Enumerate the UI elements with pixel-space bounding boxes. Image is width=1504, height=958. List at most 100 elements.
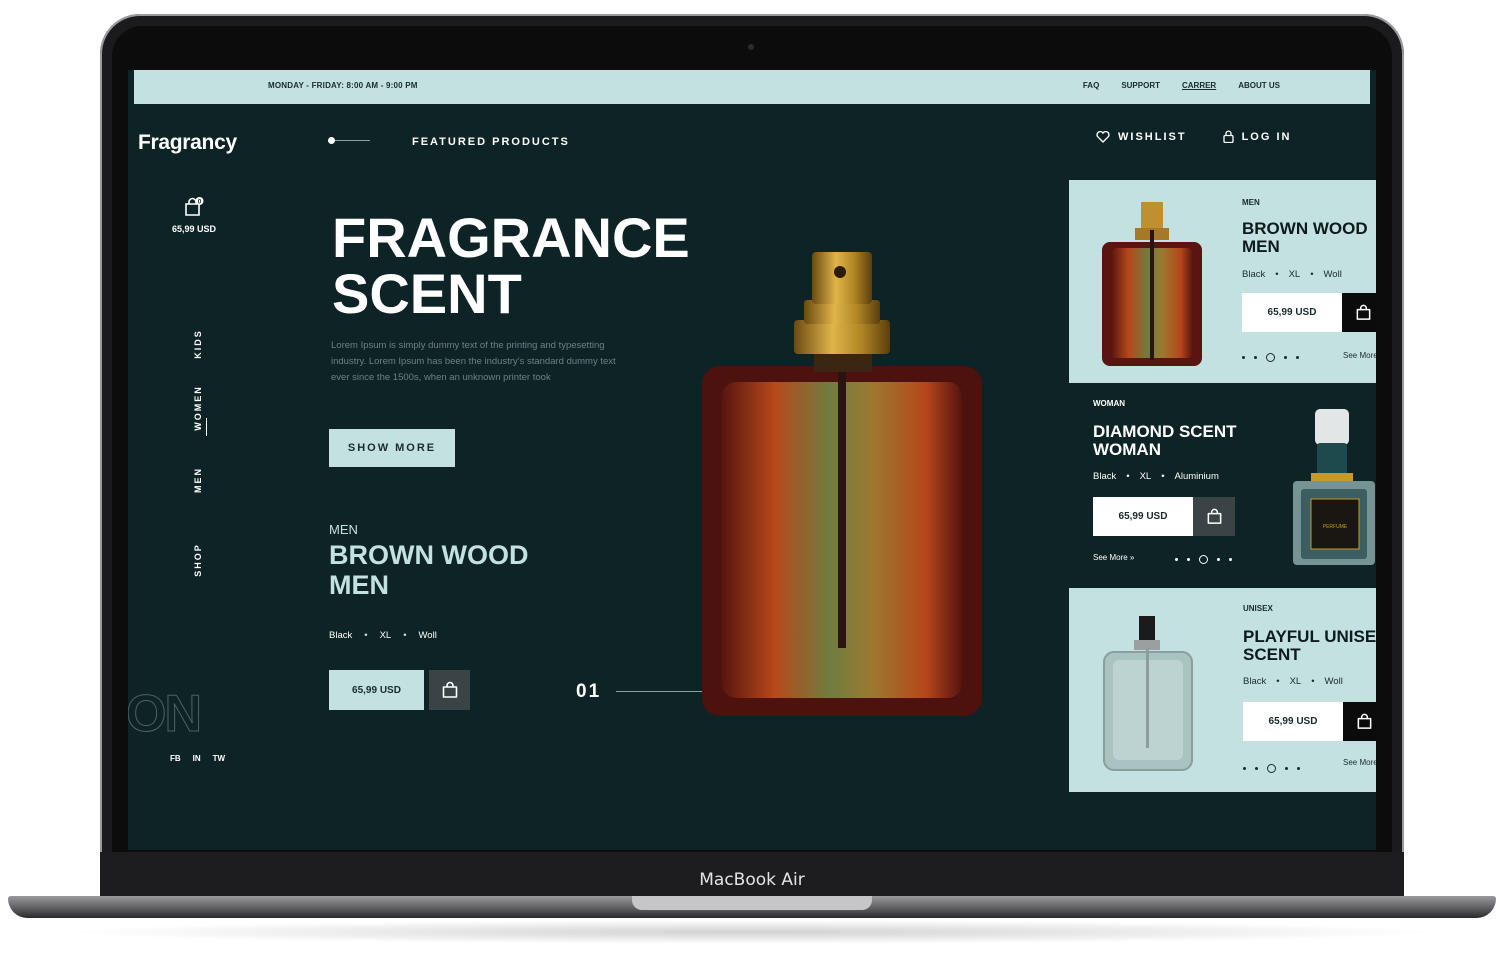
link-career[interactable]: CARRER bbox=[1182, 81, 1216, 90]
decorative-ghost-text: ON bbox=[128, 685, 203, 744]
heart-icon bbox=[1096, 130, 1110, 143]
perfume-bottle-image bbox=[1103, 616, 1193, 771]
attr-size: XL bbox=[1139, 471, 1152, 482]
card-title-line2: SCENT bbox=[1243, 645, 1301, 664]
link-about-us[interactable]: ABOUT US bbox=[1238, 81, 1280, 90]
attr-size: XL bbox=[1289, 676, 1302, 687]
device-label: MacBook Air bbox=[699, 870, 805, 890]
card-title-line2: WOMAN bbox=[1093, 440, 1161, 459]
shopping-bag-icon bbox=[1356, 304, 1370, 320]
attr-material: Woll bbox=[1323, 269, 1342, 280]
cart-widget[interactable]: 0 65,99 USD bbox=[166, 196, 222, 234]
card-title-line1: DIAMOND SCENT bbox=[1093, 422, 1237, 441]
shopping-bag-icon bbox=[1357, 713, 1371, 729]
separator-dot: • bbox=[403, 630, 407, 641]
separator-dot: • bbox=[1311, 676, 1315, 687]
vnav-shop[interactable]: SHOP bbox=[190, 530, 206, 590]
vnav-shop-label: SHOP bbox=[193, 543, 203, 577]
product-card-diamond-scent[interactable]: WOMAN DIAMOND SCENT WOMAN Black • XL • Alu… bbox=[1069, 383, 1376, 588]
hero-description: Lorem Ipsum is simply dummy text of the … bbox=[331, 340, 616, 383]
perfume-bottle-image bbox=[1102, 202, 1202, 366]
cart-total: 65,99 USD bbox=[171, 224, 217, 234]
card-attributes: Black • XL • Woll bbox=[1242, 269, 1342, 280]
card-title-line2: MEN bbox=[1242, 237, 1280, 256]
hero-perfume-bottle-image bbox=[702, 252, 982, 716]
wishlist-label: WISHLIST bbox=[1118, 130, 1187, 143]
attr-material: Woll bbox=[418, 630, 437, 641]
hero-title-line1: FRAGRANCE bbox=[332, 206, 690, 269]
bottle-label: PERFUME bbox=[1323, 524, 1348, 530]
nav-featured-products[interactable]: FEATURED PRODUCTS bbox=[412, 136, 570, 148]
screen: MONDAY - FRIDAY: 8:00 AM - 9:00 PM FAQ S… bbox=[128, 70, 1376, 850]
hero-title: FRAGRANCE SCENT bbox=[332, 210, 690, 322]
wishlist-button[interactable]: WISHLIST bbox=[1096, 130, 1187, 143]
double-chevron-right-icon: » bbox=[1129, 553, 1135, 562]
card-title-line1: PLAYFUL UNISEX bbox=[1243, 627, 1376, 646]
laptop-shadow bbox=[60, 920, 1444, 944]
card-add-to-cart-button[interactable] bbox=[1193, 497, 1235, 536]
see-more-link[interactable]: See More bbox=[1343, 351, 1376, 360]
attr-material: Woll bbox=[1324, 676, 1343, 687]
social-facebook[interactable]: FB bbox=[170, 754, 181, 763]
camera bbox=[748, 44, 754, 50]
show-more-button[interactable]: SHOW MORE bbox=[329, 429, 455, 467]
card-pagination[interactable] bbox=[1175, 555, 1232, 564]
attr-size: XL bbox=[1288, 269, 1301, 280]
perfume-bottle-image: PERFUME bbox=[1293, 409, 1375, 565]
product-card-playful-unisex[interactable]: UNISEX PLAYFUL UNISEX SCENT Black • XL • W… bbox=[1069, 588, 1376, 792]
attr-color: Black bbox=[1242, 269, 1266, 280]
see-more-link[interactable]: See More bbox=[1343, 758, 1376, 767]
link-faq[interactable]: FAQ bbox=[1083, 81, 1099, 90]
top-info-bar: MONDAY - FRIDAY: 8:00 AM - 9:00 PM FAQ S… bbox=[134, 70, 1370, 104]
slide-counter: 01 bbox=[576, 681, 602, 702]
featured-price: 65,99 USD bbox=[329, 670, 424, 710]
login-button[interactable]: LOG IN bbox=[1222, 130, 1292, 143]
shopping-bag-icon bbox=[1207, 508, 1221, 524]
card-title: BROWN WOOD MEN bbox=[1242, 220, 1368, 256]
vnav-women-label: WOMEN bbox=[193, 385, 203, 431]
card-pagination[interactable] bbox=[1243, 764, 1300, 773]
separator-dot: • bbox=[1161, 471, 1165, 482]
social-instagram[interactable]: IN bbox=[193, 754, 201, 763]
separator-dot: • bbox=[1275, 269, 1279, 280]
opening-hours: MONDAY - FRIDAY: 8:00 AM - 9:00 PM bbox=[268, 81, 418, 90]
card-price: 65,99 USD bbox=[1243, 702, 1343, 741]
hero-title-line2: SCENT bbox=[332, 262, 522, 325]
separator-dot: • bbox=[1126, 471, 1130, 482]
active-indicator bbox=[206, 418, 207, 436]
featured-title-line2: MEN bbox=[329, 570, 389, 600]
card-title: PLAYFUL UNISEX SCENT bbox=[1243, 628, 1376, 664]
shopping-bag-icon bbox=[442, 681, 457, 698]
featured-product-title: BROWN WOOD MEN bbox=[329, 540, 528, 600]
vnav-kids[interactable]: KIDS bbox=[190, 314, 206, 374]
separator-dot: • bbox=[1276, 676, 1280, 687]
card-add-to-cart-button[interactable] bbox=[1343, 702, 1376, 741]
card-pagination[interactable] bbox=[1242, 353, 1299, 362]
social-twitter[interactable]: TW bbox=[213, 754, 225, 763]
see-more-link[interactable]: See More » bbox=[1093, 553, 1134, 562]
shopping-bag-icon: 0 bbox=[185, 197, 204, 216]
featured-title-line1: BROWN WOOD bbox=[329, 540, 529, 570]
login-label: LOG IN bbox=[1241, 130, 1292, 143]
product-card-brown-wood[interactable]: MEN BROWN WOOD MEN Black • XL • Woll 65,99… bbox=[1069, 180, 1376, 383]
slider-handle[interactable] bbox=[328, 137, 335, 144]
attr-color: Black bbox=[1243, 676, 1267, 687]
vnav-women[interactable]: WOMEN bbox=[190, 378, 207, 438]
vnav-men[interactable]: MEN bbox=[190, 450, 206, 510]
header-actions: WISHLIST LOG IN bbox=[1096, 130, 1291, 143]
card-price: 65,99 USD bbox=[1242, 293, 1342, 332]
featured-add-to-cart-button[interactable] bbox=[429, 670, 470, 710]
brand-logo[interactable]: Fragrancy bbox=[138, 131, 237, 155]
link-support[interactable]: SUPPORT bbox=[1121, 81, 1160, 90]
featured-attributes: Black • XL • Woll bbox=[329, 630, 437, 641]
vnav-kids-label: KIDS bbox=[193, 329, 203, 359]
laptop-chin: MacBook Air bbox=[100, 852, 1404, 898]
card-price: 65,99 USD bbox=[1093, 497, 1193, 536]
card-category: WOMAN bbox=[1093, 399, 1125, 408]
attr-material: Aluminium bbox=[1174, 471, 1219, 482]
card-category: MEN bbox=[1242, 198, 1260, 207]
card-title: DIAMOND SCENT WOMAN bbox=[1093, 423, 1237, 459]
card-add-to-cart-button[interactable] bbox=[1342, 293, 1376, 332]
lock-icon bbox=[1222, 130, 1234, 143]
featured-category: MEN bbox=[329, 522, 358, 537]
